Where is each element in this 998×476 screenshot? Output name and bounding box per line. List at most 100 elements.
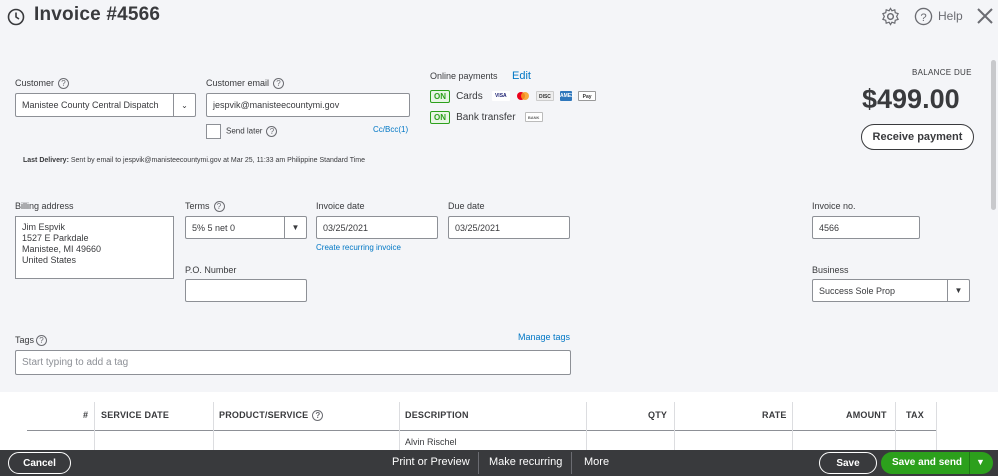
footer-divider	[571, 452, 572, 474]
online-payments-label: Online payments	[430, 71, 498, 81]
receive-payment-button[interactable]: Receive payment	[861, 124, 974, 150]
bank-logo-icon: BANK	[524, 112, 543, 123]
billing-address-label: Billing address	[15, 201, 74, 211]
column-header-qty: QTY	[648, 410, 668, 420]
balance-due-amount: $499.00	[862, 84, 960, 114]
customer-email-label: Customer email?	[206, 78, 285, 90]
invoice-no-field[interactable]: 4566	[812, 216, 920, 239]
info-icon[interactable]: ?	[58, 78, 70, 90]
create-recurring-link[interactable]: Create recurring invoice	[316, 243, 401, 252]
more-button[interactable]: More	[584, 456, 609, 468]
bank-row: ON Bank transfer BANK	[430, 111, 546, 124]
column-divider	[674, 402, 675, 450]
business-label: Business	[812, 265, 849, 275]
split-divider	[969, 452, 970, 474]
due-date-field[interactable]: 03/25/2021	[448, 216, 570, 239]
save-and-send-button[interactable]: Save and send ▼	[881, 452, 993, 474]
print-preview-button[interactable]: Print or Preview	[392, 456, 470, 468]
column-header-number: #	[83, 410, 89, 420]
billing-line: United States	[22, 255, 77, 265]
manage-tags-link[interactable]: Manage tags	[518, 332, 570, 342]
terms-label: Terms?	[185, 201, 225, 213]
discover-logo-icon: DISC	[535, 91, 554, 102]
cc-bcc-link[interactable]: Cc/Bcc(1)	[373, 125, 408, 134]
edit-payments-link[interactable]: Edit	[512, 70, 531, 82]
customer-email-value: jespvik@manisteecountymi.gov	[213, 100, 340, 110]
customer-select[interactable]: Manistee County Central Dispatch ⌄	[15, 93, 196, 117]
cards-row: ON Cards VISA DISC AMEX Pay	[430, 90, 599, 103]
terms-value: 5% 5 net 0	[192, 222, 236, 233]
cancel-button[interactable]: Cancel	[8, 452, 71, 474]
make-recurring-button[interactable]: Make recurring	[489, 456, 562, 468]
customer-label: Customer?	[15, 78, 70, 90]
column-divider	[213, 402, 214, 450]
chevron-down-icon[interactable]: ⌄	[173, 94, 195, 116]
amex-logo-icon: AMEX	[560, 91, 575, 102]
column-divider	[586, 402, 587, 450]
column-divider	[94, 402, 95, 450]
save-button[interactable]: Save	[819, 452, 877, 474]
po-number-label: P.O. Number	[185, 265, 237, 275]
info-icon[interactable]: ?	[36, 335, 48, 347]
column-header-tax: TAX	[906, 410, 924, 420]
last-delivery-label: Last Delivery:	[23, 157, 69, 164]
info-icon[interactable]: ?	[312, 410, 324, 422]
caret-down-icon[interactable]: ▼	[284, 217, 306, 238]
business-select[interactable]: Success Sole Prop ▼	[812, 279, 970, 302]
scrollbar[interactable]	[991, 60, 996, 210]
invoice-date-field[interactable]: 03/25/2021	[316, 216, 438, 239]
cards-status-badge: ON	[430, 90, 450, 103]
bank-status-badge: ON	[430, 111, 450, 124]
apple-pay-logo-icon: Pay	[578, 91, 597, 102]
column-header-service-date: SERVICE DATE	[101, 410, 170, 420]
caret-down-icon[interactable]: ▼	[976, 457, 985, 467]
invoice-no-label: Invoice no.	[812, 201, 856, 211]
due-date-label: Due date	[448, 201, 485, 211]
business-value: Success Sole Prop	[819, 285, 896, 296]
info-icon[interactable]: ?	[273, 78, 285, 90]
column-divider	[792, 402, 793, 450]
tags-input[interactable]: Start typing to add a tag	[15, 350, 571, 375]
invoice-date-value: 03/25/2021	[323, 222, 369, 233]
close-icon[interactable]	[975, 6, 995, 26]
tags-placeholder: Start typing to add a tag	[22, 357, 129, 368]
cards-label: Cards	[456, 91, 483, 102]
mastercard-logo-icon	[516, 91, 530, 101]
column-header-amount: AMOUNT	[846, 410, 887, 420]
recent-history-icon[interactable]	[6, 7, 26, 27]
help-label[interactable]: Help	[938, 9, 963, 23]
billing-line: Manistee, MI 49660	[22, 244, 102, 254]
info-icon[interactable]: ?	[266, 126, 278, 137]
caret-down-icon[interactable]: ▼	[947, 280, 969, 301]
row-description[interactable]: Alvin Rischel	[405, 437, 457, 447]
send-later-label: Send later?	[226, 126, 278, 137]
gear-icon[interactable]	[881, 7, 900, 26]
column-header-rate: RATE	[762, 410, 787, 420]
invoice-form-area	[0, 0, 998, 392]
column-header-product-service: PRODUCT/SERVICE?	[219, 410, 324, 422]
billing-line: Jim Espvik	[22, 222, 66, 232]
last-delivery: Last Delivery: Sent by email to jespvik@…	[23, 157, 365, 164]
customer-value: Manistee County Central Dispatch	[22, 100, 159, 110]
save-and-send-label: Save and send	[892, 457, 963, 468]
svg-text:?: ?	[920, 12, 926, 24]
info-icon[interactable]: ?	[213, 201, 225, 213]
footer-divider	[478, 452, 479, 474]
invoice-no-value: 4566	[819, 222, 840, 233]
due-date-value: 03/25/2021	[455, 222, 501, 233]
balance-due-label: BALANCE DUE	[912, 68, 972, 77]
column-divider	[936, 402, 937, 450]
help-icon[interactable]: ?	[914, 7, 933, 26]
customer-email-field[interactable]: jespvik@manisteecountymi.gov	[206, 93, 410, 117]
terms-select[interactable]: 5% 5 net 0 ▼	[185, 216, 307, 239]
invoice-date-label: Invoice date	[316, 201, 365, 211]
column-divider	[399, 402, 400, 450]
table-header-divider	[27, 430, 937, 431]
column-header-description: DESCRIPTION	[405, 410, 469, 420]
po-number-field[interactable]	[185, 279, 307, 302]
billing-address-field[interactable]: Jim Espvik 1527 E Parkdale Manistee, MI …	[15, 216, 174, 279]
last-delivery-text: Sent by email to jespvik@manisteecountym…	[70, 157, 365, 164]
visa-logo-icon: VISA	[491, 91, 510, 102]
send-later-checkbox[interactable]	[206, 124, 221, 139]
page-title: Invoice #4566	[34, 4, 161, 25]
